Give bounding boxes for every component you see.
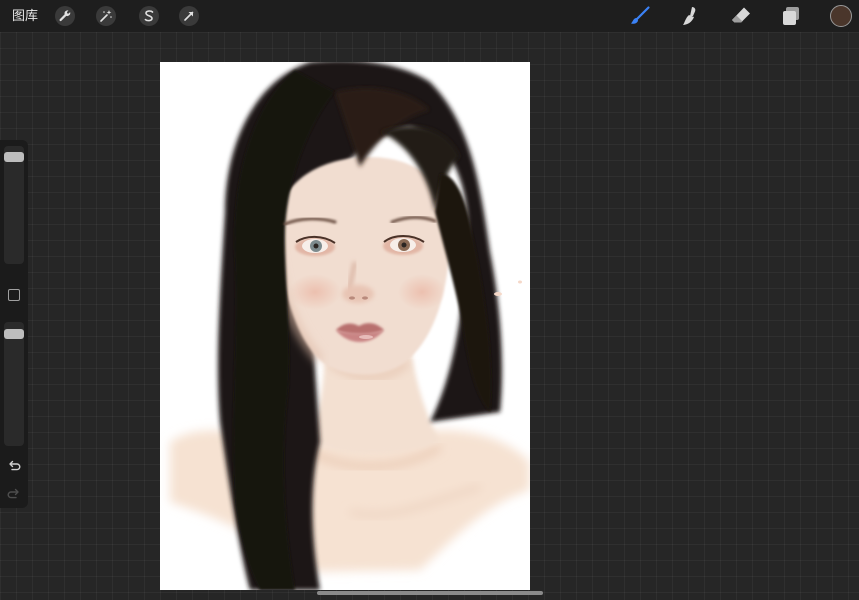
eraser-icon[interactable] bbox=[729, 4, 753, 28]
home-indicator bbox=[317, 591, 543, 595]
layers-icon[interactable] bbox=[779, 4, 803, 28]
opacity-slider[interactable] bbox=[4, 322, 24, 446]
actions-wrench-icon[interactable] bbox=[55, 6, 75, 26]
gallery-button[interactable]: 图库 bbox=[12, 8, 38, 24]
brush-icon[interactable] bbox=[628, 4, 652, 28]
left-sidebar bbox=[0, 140, 28, 508]
redo-icon[interactable] bbox=[7, 487, 21, 501]
drawing-canvas[interactable] bbox=[160, 62, 530, 590]
opacity-thumb[interactable] bbox=[4, 329, 24, 339]
selection-s-icon[interactable] bbox=[139, 6, 159, 26]
brush-size-thumb[interactable] bbox=[4, 152, 24, 162]
modify-button[interactable] bbox=[8, 289, 20, 301]
undo-icon[interactable] bbox=[7, 459, 21, 473]
brush-size-slider[interactable] bbox=[4, 146, 24, 264]
smudge-icon[interactable] bbox=[678, 4, 702, 28]
adjustments-magic-wand-icon[interactable] bbox=[96, 6, 116, 26]
color-picker-swatch[interactable] bbox=[830, 5, 852, 27]
portrait-painting bbox=[170, 62, 530, 590]
transform-arrow-icon[interactable] bbox=[179, 6, 199, 26]
top-toolbar: 图库 bbox=[0, 0, 859, 32]
